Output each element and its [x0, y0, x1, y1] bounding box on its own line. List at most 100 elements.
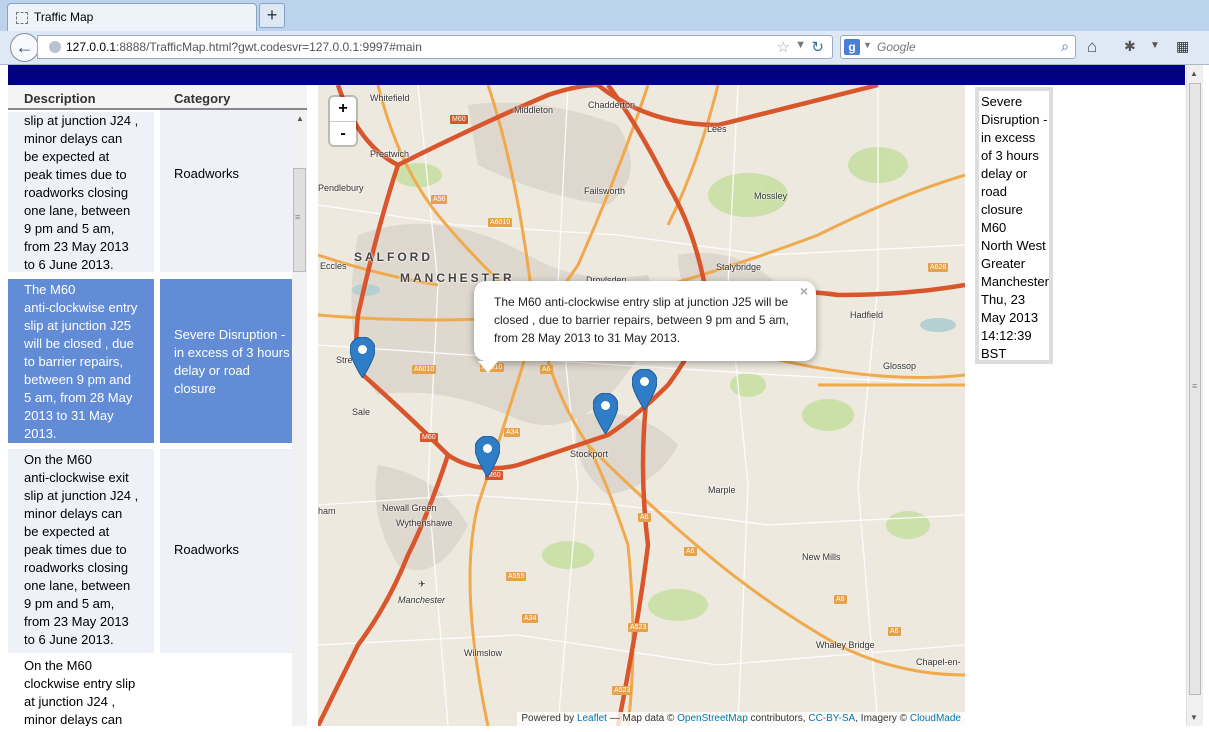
airport-icon: ✈	[418, 579, 426, 589]
place-label: Whitefield	[370, 93, 410, 103]
road-shield: A6	[638, 513, 651, 522]
grid-icon[interactable]: ▦	[1176, 38, 1189, 55]
category-cell: Roadworks	[160, 110, 292, 272]
place-label: Newall Green	[382, 503, 437, 513]
road-shield: A523	[612, 686, 633, 695]
back-arrow-icon: ←	[15, 37, 34, 57]
place-label: ham	[318, 506, 336, 516]
zoom-control: + -	[330, 97, 356, 145]
road-shield: A6	[684, 547, 697, 556]
place-label: Stalybridge	[716, 262, 762, 272]
place-label: Prestwich	[370, 149, 410, 159]
scroll-up-icon[interactable]: ▲	[296, 114, 304, 123]
close-icon[interactable]: ×	[800, 283, 808, 299]
table-row-selected[interactable]: The M60 anti-clockwise entry slip at junct…	[8, 279, 292, 443]
home-icon[interactable]: ⌂	[1087, 37, 1097, 57]
road-shield: A555	[506, 572, 527, 581]
road-shield: A628	[928, 263, 949, 272]
description-cell: slip at junction J24 , minor delays can be…	[8, 112, 154, 272]
search-box[interactable]: g ▼ Google ⌕	[840, 35, 1076, 59]
google-icon[interactable]: g	[844, 39, 860, 55]
url-text: 127.0.0.1:8888/TrafficMap.html?gwt.codes…	[66, 40, 422, 54]
address-bar[interactable]: 127.0.0.1:8888/TrafficMap.html?gwt.codes…	[37, 35, 833, 59]
road-shield: A6	[888, 627, 901, 636]
table-scrollbar[interactable]: ▲ ≡	[292, 110, 307, 726]
place-label: Sale	[352, 407, 371, 417]
incident-marker[interactable]	[475, 436, 500, 477]
zoom-out-button[interactable]: -	[330, 122, 356, 146]
page-scrollbar[interactable]: ▲ ≡ ▼	[1186, 65, 1203, 726]
road-shield: A34	[504, 428, 521, 437]
place-label: New Mills	[802, 552, 841, 562]
grip-icon: ≡	[295, 212, 301, 222]
incident-detail-panel: Severe Disruption - in excess of 3 hours d…	[975, 87, 1053, 364]
new-tab-button[interactable]: +	[259, 3, 285, 28]
table-row[interactable]: On the M60 clockwise entry slip at juncti…	[8, 653, 292, 726]
road-shield: A6	[834, 595, 847, 604]
back-button[interactable]: ←	[10, 33, 39, 62]
road-shield: M60	[450, 115, 468, 124]
road-shield: A34	[522, 614, 539, 623]
site-identity-icon[interactable]	[49, 41, 61, 53]
road-shield: A6010	[488, 218, 513, 227]
popup-tip	[478, 361, 498, 373]
toolbar-dropdown-icon[interactable]: ▼	[1150, 40, 1160, 51]
search-placeholder: Google	[877, 40, 916, 54]
incident-marker[interactable]	[593, 393, 618, 434]
history-dropdown-icon[interactable]: ▼	[795, 39, 806, 51]
incident-marker-selected[interactable]	[632, 369, 657, 410]
traffic-map[interactable]: Whitefield Middleton Chadderton Prestwic…	[318, 85, 965, 726]
license-link[interactable]: CC-BY-SA	[808, 713, 855, 724]
search-engine-dropdown-icon[interactable]: ▼	[863, 40, 872, 50]
place-label: Middleton	[514, 105, 554, 115]
place-label: Whaley Bridge	[816, 640, 875, 650]
category-cell: Severe Disruption - in excess of 3 hours …	[160, 279, 292, 443]
road-shield: A6	[540, 365, 553, 374]
column-header-description[interactable]: Description	[24, 91, 96, 106]
browser-tab[interactable]: Traffic Map	[7, 3, 257, 31]
place-label: Wythenshawe	[396, 518, 453, 528]
leaflet-link[interactable]: Leaflet	[577, 713, 607, 724]
magnifier-icon[interactable]: ⌕	[1061, 38, 1069, 55]
place-label: Chadderton	[588, 100, 636, 110]
cloudmade-link[interactable]: CloudMade	[910, 713, 961, 724]
description-cell: The M60 anti-clockwise entry slip at junct…	[8, 279, 154, 443]
addon-icon[interactable]: ✱	[1124, 38, 1136, 55]
place-label: Mossley	[754, 191, 788, 201]
place-label: Failsworth	[584, 186, 626, 196]
scroll-down-icon[interactable]: ▼	[1190, 713, 1198, 722]
zoom-in-button[interactable]: +	[330, 97, 356, 122]
navigation-toolbar: ← 127.0.0.1:8888/TrafficMap.html?gwt.cod…	[0, 31, 1209, 65]
place-label: Glossop	[883, 361, 917, 371]
incident-popup: The M60 anti-clockwise entry slip at jun…	[474, 281, 816, 361]
table-row[interactable]: On the M60 anti-clockwise exit slip at jun…	[8, 449, 292, 653]
osm-link[interactable]: OpenStreetMap	[677, 713, 748, 724]
place-label: SALFORD	[354, 250, 433, 264]
incident-table: slip at junction J24 , minor delays can be…	[8, 110, 307, 726]
tab-title: Traffic Map	[34, 10, 94, 24]
incident-marker[interactable]	[350, 337, 375, 378]
bookmark-star-icon[interactable]: ☆	[777, 38, 790, 56]
description-cell: On the M60 anti-clockwise exit slip at jun…	[8, 449, 154, 653]
reload-icon[interactable]: ↻	[811, 38, 824, 56]
place-label: Manchester	[398, 595, 446, 605]
road-shield: A56	[431, 195, 448, 204]
place-label: Marple	[708, 485, 736, 495]
column-header-category[interactable]: Category	[174, 91, 230, 106]
tab-strip: Traffic Map +	[0, 0, 1209, 32]
place-label: Chapel-en-	[916, 657, 961, 667]
place-label: Eccles	[320, 261, 347, 271]
table-row[interactable]: slip at junction J24 , minor delays can be…	[8, 110, 292, 272]
header-bar	[8, 65, 1185, 85]
page-icon	[16, 12, 28, 24]
place-label: Hadfield	[850, 310, 884, 320]
description-cell: On the M60 clockwise entry slip at juncti…	[8, 653, 154, 726]
place-label: Stockport	[570, 449, 609, 459]
grip-icon: ≡	[1192, 381, 1198, 391]
road-shield: M60	[420, 433, 438, 442]
table-header: Description Category	[8, 85, 307, 110]
road-shield: A523	[628, 623, 649, 632]
place-label: Pendlebury	[318, 183, 364, 193]
scroll-up-icon[interactable]: ▲	[1190, 69, 1198, 78]
place-label: Wilmslow	[464, 648, 502, 658]
